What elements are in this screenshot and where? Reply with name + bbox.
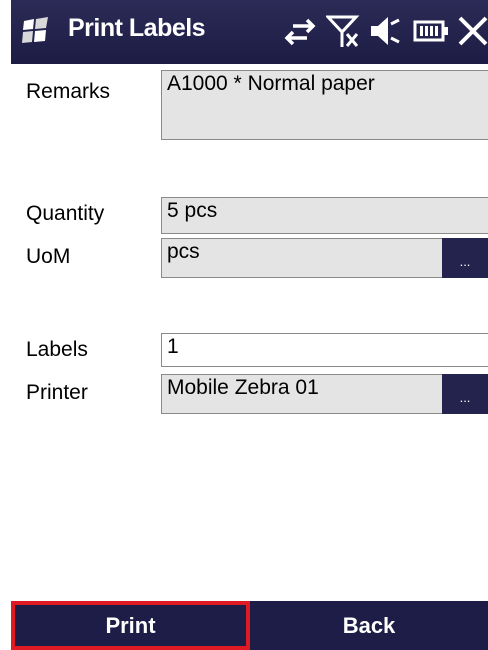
uom-label: UoM [26, 245, 71, 268]
quantity-field[interactable]: 5 pcs [161, 197, 488, 234]
uom-field[interactable]: pcs [161, 238, 442, 278]
back-button[interactable]: Back [250, 601, 488, 650]
battery-icon [411, 14, 451, 48]
printer-field[interactable]: Mobile Zebra 01 [161, 374, 442, 414]
windows-logo-icon[interactable] [21, 16, 51, 46]
printer-picker-button[interactable]: ... [442, 374, 488, 414]
softkey-bar: Print Back [11, 601, 488, 650]
labels-input[interactable]: 1 [161, 333, 488, 367]
print-button[interactable]: Print [11, 601, 250, 650]
close-icon[interactable] [457, 14, 488, 48]
volume-icon [367, 14, 403, 48]
no-signal-icon [326, 14, 362, 48]
title-bar: Print Labels [11, 0, 488, 64]
window-title: Print Labels [68, 14, 206, 42]
uom-picker-button[interactable]: ... [442, 238, 488, 278]
remarks-field[interactable]: A1000 * Normal paper [161, 70, 488, 140]
print-labels-form: Remarks A1000 * Normal paper Quantity 5 … [11, 64, 488, 601]
data-sync-icon [283, 14, 317, 48]
remarks-label: Remarks [26, 80, 111, 103]
labels-label: Labels [26, 338, 88, 361]
printer-label: Printer [26, 381, 88, 404]
quantity-label: Quantity [26, 202, 105, 225]
